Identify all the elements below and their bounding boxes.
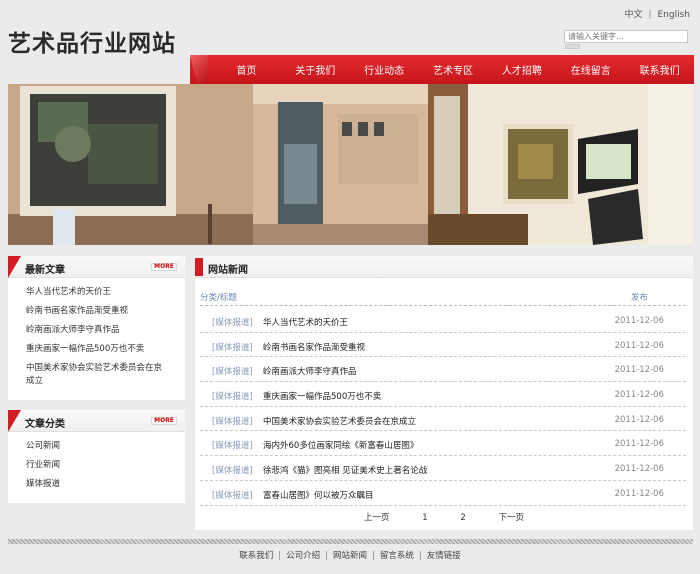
latest-articles-header: 最新文章 MORE	[8, 256, 185, 278]
news-title[interactable]: 中国美术家协会实验艺术委员会在京成立	[263, 415, 416, 427]
latest-articles-box: 最新文章 MORE 华人当代艺术的天价王 岭南书画名家作品渐受重视 岭南画派大师…	[8, 256, 185, 400]
search-input[interactable]	[564, 30, 688, 43]
news-category: [媒体报道]	[212, 490, 253, 501]
news-panel-header: 网站新闻	[195, 256, 693, 278]
category-item[interactable]: 媒体报道	[26, 478, 185, 491]
lang-chinese-link[interactable]: 中文	[624, 10, 642, 20]
news-category: [媒体报道]	[212, 392, 253, 403]
sidebar: 最新文章 MORE 华人当代艺术的天价王 岭南书画名家作品渐受重视 岭南画派大师…	[8, 256, 185, 513]
latest-article-item[interactable]: 重庆画家一幅作品500万也不卖	[26, 343, 185, 356]
news-title[interactable]: 海内外60多位画家同绘《新富春山居图》	[263, 439, 418, 451]
news-date: 2011-12-06	[614, 464, 664, 475]
news-date: 2011-12-06	[614, 340, 664, 351]
footer-links: 联系我们 | 公司介绍 | 网站新闻 | 留言系统 | 友情链接	[0, 549, 700, 561]
news-category: [媒体报道]	[212, 318, 253, 328]
news-date: 2011-12-06	[614, 365, 664, 376]
news-title[interactable]: 岭南书画名家作品渐受重视	[263, 341, 365, 353]
news-category: [媒体报道]	[212, 441, 253, 452]
footer-separator: |	[325, 551, 328, 561]
nav-item-jobs[interactable]: 人才招聘	[487, 62, 556, 77]
news-category: [媒体报道]	[212, 466, 253, 477]
news-row[interactable]: [媒体报道] 中国美术家协会实验艺术委员会在京成立 2011-12-06	[200, 407, 686, 432]
latest-articles-title: 最新文章	[25, 265, 65, 276]
news-list: [媒体报道] 华人当代艺术的天价王 2011-12-06 [媒体报道] 岭南书画名家作…	[200, 308, 686, 506]
column-category-title: 分类/标题	[200, 293, 237, 303]
news-panel-title: 网站新闻	[208, 265, 248, 276]
nav-item-home[interactable]: 首页	[212, 62, 281, 77]
categories-header: 文章分类 MORE	[8, 410, 185, 432]
categories-more-button[interactable]: MORE	[151, 417, 177, 425]
footer-link-news[interactable]: 网站新闻	[333, 551, 367, 561]
news-date: 2011-12-06	[614, 488, 664, 499]
news-date: 2011-12-06	[614, 414, 664, 425]
latest-article-item[interactable]: 华人当代艺术的天价王	[26, 286, 185, 299]
lang-separator: |	[648, 10, 652, 20]
nav-item-contact[interactable]: 联系我们	[625, 62, 694, 77]
gallery-photo-collage	[8, 84, 693, 245]
latest-article-item[interactable]: 岭南画派大师李守真作品	[26, 324, 185, 337]
main-nav: 首页 关于我们 行业动态 艺术专区 人才招聘 在线留言 联系我们	[190, 55, 694, 84]
news-row[interactable]: [媒体报道] 岭南画派大师李守真作品 2011-12-06	[200, 357, 686, 383]
nav-item-art-zone[interactable]: 艺术专区	[419, 62, 488, 77]
categories-title: 文章分类	[25, 419, 65, 430]
pager-next-link[interactable]: 下一页	[498, 513, 524, 523]
pagination: 上一页 1 2 下一页	[195, 511, 693, 523]
pager-page-1-link[interactable]: 1	[422, 513, 427, 523]
section-marker-icon	[8, 410, 21, 432]
news-title[interactable]: 重庆画家一幅作品500万也不卖	[263, 390, 381, 402]
news-row[interactable]: [媒体报道] 华人当代艺术的天价王 2011-12-06	[200, 308, 686, 333]
footer-link-about[interactable]: 公司介绍	[286, 551, 320, 561]
latest-article-item[interactable]: 岭南书画名家作品渐受重视	[26, 305, 185, 318]
header: 艺术品行业网站 中文 | English 首页 关于我们 行业动态 艺术专区 人才招…	[0, 0, 700, 84]
categories-list: 公司新闻 行业新闻 媒体报道	[8, 432, 185, 503]
latest-articles-list: 华人当代艺术的天价王 岭南书画名家作品渐受重视 岭南画派大师李守真作品 重庆画家…	[8, 278, 185, 400]
news-category: [媒体报道]	[212, 342, 253, 353]
latest-articles-more-button[interactable]: MORE	[151, 263, 177, 271]
site-title: 艺术品行业网站	[8, 31, 176, 57]
news-row[interactable]: [媒体报道] 岭南书画名家作品渐受重视 2011-12-06	[200, 333, 686, 358]
category-item[interactable]: 公司新闻	[26, 440, 185, 453]
banner-image	[8, 84, 693, 245]
news-panel: 网站新闻 分类/标题 发布 [媒体报道] 华人当代艺术的天价王 2011-12-06…	[195, 256, 693, 530]
section-marker-icon	[8, 256, 21, 278]
news-title[interactable]: 富春山居图》何以被万众瞩目	[263, 489, 374, 501]
column-date: 发布	[630, 293, 648, 303]
news-row[interactable]: [媒体报道] 海内外60多位画家同绘《新富春山居图》 2011-12-06	[200, 431, 686, 457]
nav-item-guestbook[interactable]: 在线留言	[556, 62, 625, 77]
news-title[interactable]: 徐悲鸿《猫》图亮相 见证美术史上著名论战	[263, 464, 427, 476]
footer-link-friend-links[interactable]: 友情链接	[427, 551, 461, 561]
news-category: [媒体报道]	[212, 367, 253, 378]
footer-separator: |	[418, 551, 422, 561]
categories-box: 文章分类 MORE 公司新闻 行业新闻 媒体报道	[8, 410, 185, 503]
news-row[interactable]: [媒体报道] 重庆画家一幅作品500万也不卖 2011-12-06	[200, 382, 686, 407]
news-date: 2011-12-06	[614, 316, 664, 326]
news-column-header: 分类/标题 发布	[200, 289, 686, 306]
footer-separator: |	[278, 551, 282, 561]
footer-divider	[8, 539, 693, 544]
footer-separator: |	[372, 551, 375, 561]
nav-item-about[interactable]: 关于我们	[281, 62, 350, 77]
footer-link-contact[interactable]: 联系我们	[239, 551, 273, 561]
nav-item-industry-news[interactable]: 行业动态	[350, 62, 419, 77]
pager-page-2-link[interactable]: 2	[460, 513, 465, 523]
news-category: [媒体报道]	[212, 416, 253, 427]
search-button[interactable]	[565, 44, 580, 49]
news-row[interactable]: [媒体报道] 富春山居图》何以被万众瞩目 2011-12-06	[200, 481, 686, 506]
news-row[interactable]: [媒体报道] 徐悲鸿《猫》图亮相 见证美术史上著名论战 2011-12-06	[200, 456, 686, 481]
language-switcher: 中文 | English	[624, 7, 690, 20]
news-date: 2011-12-06	[614, 390, 664, 401]
news-title[interactable]: 岭南画派大师李守真作品	[263, 365, 357, 377]
footer-link-guestbook[interactable]: 留言系统	[380, 551, 414, 561]
news-date: 2011-12-06	[614, 439, 664, 450]
latest-article-item[interactable]: 中国美术家协会实验艺术委员会在京成立	[26, 362, 185, 388]
section-marker-icon	[195, 258, 203, 276]
pager-prev-link[interactable]: 上一页	[364, 513, 390, 523]
news-title[interactable]: 华人当代艺术的天价王	[263, 316, 348, 328]
lang-english-link[interactable]: English	[658, 10, 691, 20]
category-item[interactable]: 行业新闻	[26, 459, 185, 472]
